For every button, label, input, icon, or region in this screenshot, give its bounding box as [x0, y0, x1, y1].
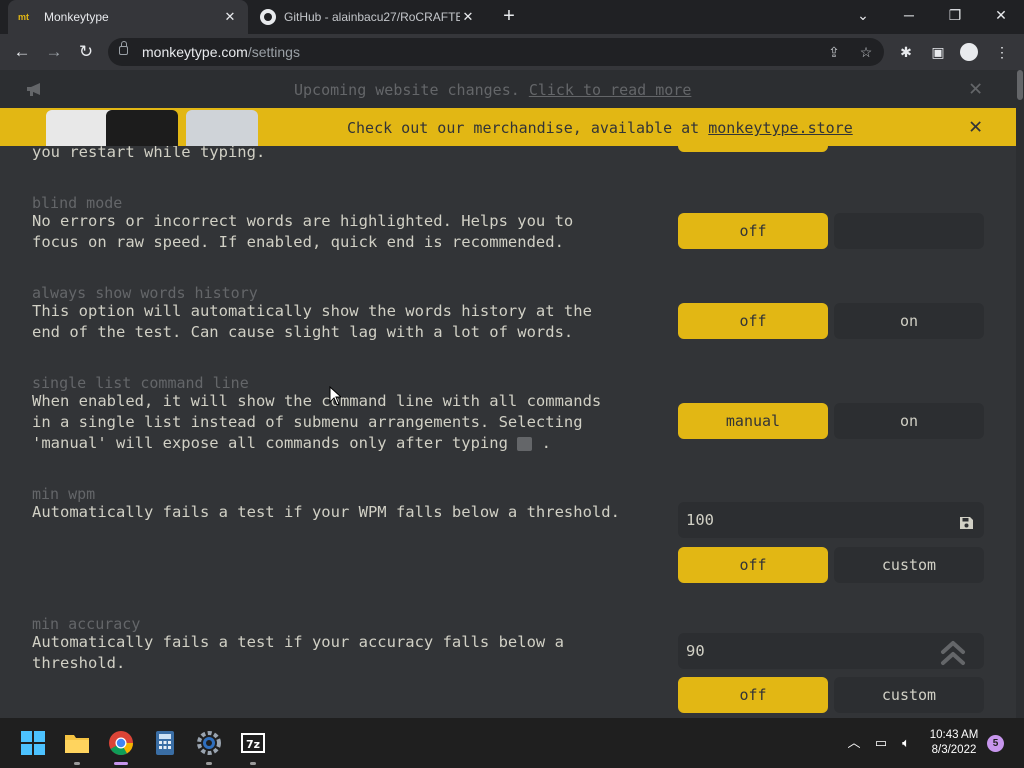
- setting-title-blind-mode: blind mode: [32, 194, 123, 212]
- page-viewport: Upcoming website changes. Click to read …: [0, 70, 1024, 718]
- settings-list: you restart while typing. blind mode No …: [0, 146, 1016, 718]
- file-explorer-icon[interactable]: [64, 730, 90, 756]
- minimize-icon[interactable]: ─: [886, 0, 932, 32]
- setting-title-words-history: always show words history: [32, 284, 258, 302]
- active-indicator: [114, 762, 128, 765]
- svg-text:7z: 7z: [246, 738, 260, 751]
- windows-taskbar: 7z ︿ ▭ 🔈︎ 10:43 AM 8/3/2022 5: [0, 718, 1024, 768]
- network-icon[interactable]: ▭: [872, 734, 890, 752]
- url-text: monkeytype.com/settings: [142, 44, 300, 60]
- read-more-link[interactable]: Click to read more: [529, 81, 692, 99]
- setting-title-min-wpm: min wpm: [32, 485, 96, 503]
- setting-description-single-list-command-line: When enabled, it will show the command l…: [32, 392, 602, 452]
- key-icon: [517, 436, 533, 451]
- blind-mode-on-button[interactable]: [834, 213, 984, 249]
- github-icon: [260, 9, 276, 25]
- tab-github[interactable]: GitHub - alainbacu27/RoCRAFTER ✕: [250, 0, 486, 34]
- restore-icon[interactable]: ❐: [932, 0, 978, 32]
- mouse-pointer-icon: [329, 386, 341, 406]
- window-close-icon[interactable]: ✕: [978, 0, 1024, 32]
- megaphone-icon: [27, 83, 40, 96]
- merch-banner: Check out our merchandise, available at …: [0, 108, 1016, 146]
- merch-store-link[interactable]: monkeytype.store: [708, 119, 853, 137]
- command-line-manual-button[interactable]: manual: [678, 403, 828, 439]
- new-tab-button[interactable]: +: [498, 6, 520, 28]
- save-icon[interactable]: [959, 516, 974, 530]
- min-accuracy-input[interactable]: 90: [678, 633, 984, 669]
- chrome-icon[interactable]: [108, 730, 134, 756]
- windows-start-icon[interactable]: [20, 730, 46, 756]
- monkeytype-favicon: mt: [18, 12, 29, 22]
- merch-text: Check out our merchandise, available at …: [347, 119, 853, 137]
- close-icon[interactable]: ✕: [222, 9, 238, 25]
- profile-avatar[interactable]: [960, 43, 978, 61]
- previous-setting-button[interactable]: [678, 146, 828, 152]
- menu-kebab-icon[interactable]: ⋮: [992, 42, 1012, 62]
- partial-description: you restart while typing.: [32, 146, 266, 161]
- tab-title: Monkeytype: [44, 10, 109, 24]
- setting-description-min-accuracy: Automatically fails a test if your accur…: [32, 633, 564, 672]
- system-clock[interactable]: 10:43 AM 8/3/2022: [916, 728, 992, 758]
- merch-shirts-image: [40, 108, 264, 146]
- setting-description-min-wpm: Automatically fails a test if your WPM f…: [32, 503, 620, 521]
- running-indicator: [250, 762, 256, 765]
- address-bar[interactable]: monkeytype.com/settings ⇪ ☆: [108, 38, 884, 66]
- min-wpm-custom-button[interactable]: custom: [834, 547, 984, 583]
- min-wpm-off-button[interactable]: off: [678, 547, 828, 583]
- volume-icon[interactable]: 🔈︎: [897, 734, 915, 752]
- close-merch-icon[interactable]: ✕: [969, 116, 982, 138]
- words-history-on-button[interactable]: on: [834, 303, 984, 339]
- extensions-puzzle-icon[interactable]: ✱: [896, 42, 916, 62]
- setting-title-single-list-command-line: single list command line: [32, 374, 249, 392]
- notice-text: Upcoming website changes. Click to read …: [294, 81, 692, 99]
- side-panel-icon[interactable]: ▣: [928, 42, 948, 62]
- tab-title: GitHub - alainbacu27/RoCRAFTER: [284, 10, 460, 24]
- browser-toolbar: ← → ↻ monkeytype.com/settings ⇪ ☆ ✱ ▣ ⋮: [0, 34, 1024, 70]
- notice-banner: Upcoming website changes. Click to read …: [0, 70, 1016, 108]
- scrollbar-thumb[interactable]: [1017, 70, 1023, 100]
- forward-arrow-icon[interactable]: →: [42, 40, 66, 64]
- 7zip-icon[interactable]: 7z: [240, 730, 266, 756]
- tab-monkeytype[interactable]: mt Monkeytype ✕: [8, 0, 248, 34]
- settings-gear-icon[interactable]: [196, 730, 222, 756]
- blind-mode-off-button[interactable]: off: [678, 213, 828, 249]
- tab-strip: mt Monkeytype ✕ GitHub - alainbacu27/RoC…: [0, 0, 1024, 34]
- calculator-icon[interactable]: [152, 730, 178, 756]
- setting-description-blind-mode: No errors or incorrect words are highlig…: [32, 212, 574, 251]
- scroll-to-top-icon[interactable]: [940, 638, 966, 668]
- min-accuracy-custom-button[interactable]: custom: [834, 677, 984, 713]
- close-notice-icon[interactable]: ✕: [969, 78, 982, 100]
- page-scrollbar[interactable]: [1016, 70, 1024, 718]
- running-indicator: [74, 762, 80, 765]
- back-arrow-icon[interactable]: ←: [10, 40, 34, 64]
- setting-description-words-history: This option will automatically show the …: [32, 302, 592, 341]
- tab-search-chevron-down-icon[interactable]: ⌄: [840, 0, 886, 32]
- bookmark-star-icon[interactable]: ☆: [856, 42, 876, 62]
- notification-badge[interactable]: 5: [987, 735, 1004, 752]
- command-line-on-button[interactable]: on: [834, 403, 984, 439]
- close-icon[interactable]: ✕: [460, 9, 476, 25]
- running-indicator: [206, 762, 212, 765]
- clock-time: 10:43 AM: [929, 729, 979, 741]
- min-accuracy-off-button[interactable]: off: [678, 677, 828, 713]
- share-icon[interactable]: ⇪: [824, 42, 844, 62]
- chevron-up-icon[interactable]: ︿: [845, 734, 863, 752]
- reload-icon[interactable]: ↻: [74, 40, 98, 64]
- words-history-off-button[interactable]: off: [678, 303, 828, 339]
- lock-icon[interactable]: [119, 41, 128, 55]
- clock-date: 8/3/2022: [931, 744, 977, 756]
- min-wpm-input[interactable]: 100: [678, 502, 984, 538]
- setting-title-min-accuracy: min accuracy: [32, 615, 141, 633]
